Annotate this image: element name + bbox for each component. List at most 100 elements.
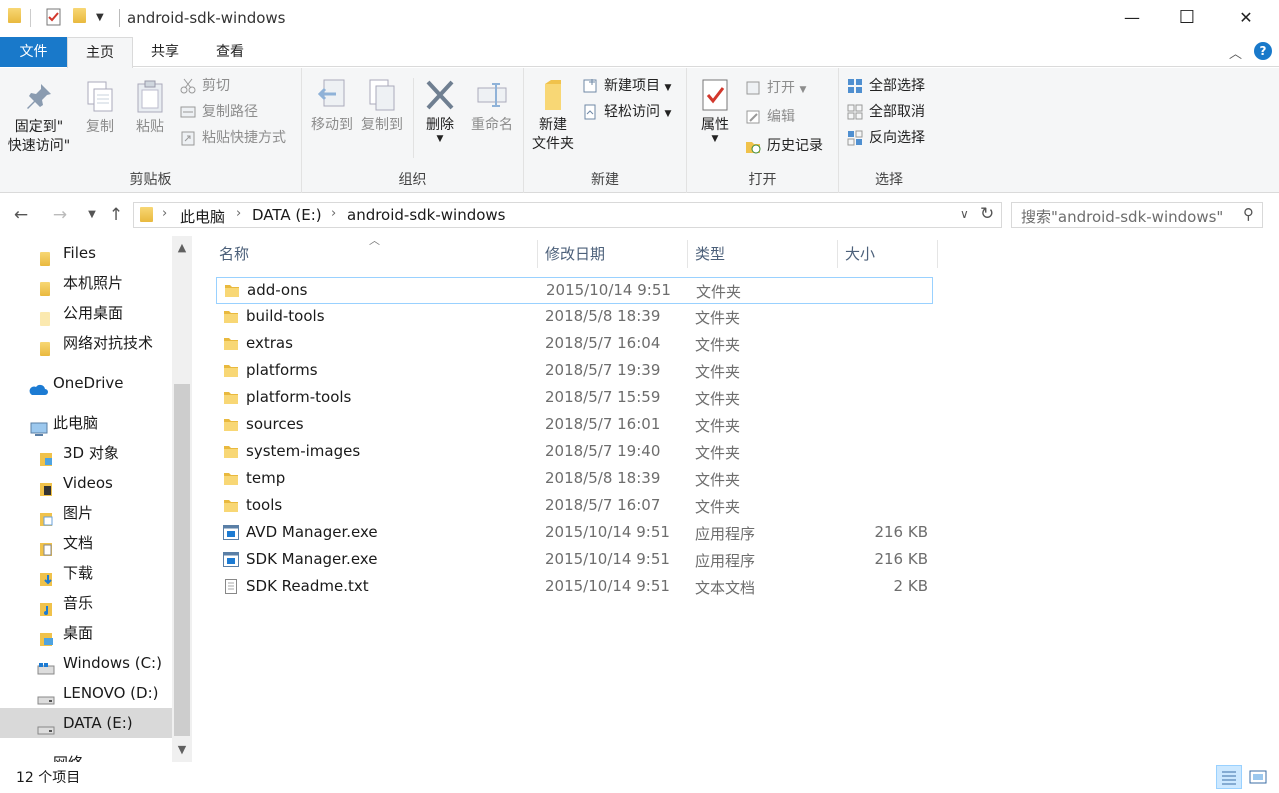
delete-button[interactable]: 删除 ▼ bbox=[419, 78, 461, 144]
paste-shortcut-button[interactable]: 粘贴快捷方式 bbox=[180, 127, 286, 149]
up-arrow-icon[interactable]: ↑ bbox=[104, 203, 128, 227]
details-view-icon bbox=[1222, 771, 1236, 785]
nav-item-public-desktop[interactable]: 公用桌面 bbox=[0, 298, 172, 328]
table-row[interactable]: extras 2018/5/7 16:04 文件夹 bbox=[216, 331, 933, 358]
nav-item-network-attack[interactable]: 网络对抗技术 bbox=[0, 328, 172, 358]
divider bbox=[413, 78, 414, 158]
open-button[interactable]: 打开 ▼ bbox=[745, 77, 806, 99]
minimize-button[interactable]: — bbox=[1103, 0, 1161, 36]
move-to-icon bbox=[316, 78, 348, 112]
breadcrumb-this-pc[interactable]: 此电脑 bbox=[180, 206, 225, 227]
copy-path-button[interactable]: 复制路径 bbox=[180, 101, 258, 123]
column-header-type[interactable]: 类型 bbox=[687, 236, 837, 272]
copy-to-button[interactable]: 复制到 bbox=[358, 78, 406, 135]
tab-file[interactable]: 文件 bbox=[0, 37, 67, 67]
nav-item-downloads[interactable]: 下载 bbox=[0, 558, 172, 588]
navigation-pane: Files 本机照片 公用桌面 网络对抗技术 OneDrive 此电脑 3D 对… bbox=[0, 236, 192, 762]
nav-item-this-pc[interactable]: 此电脑 bbox=[0, 408, 172, 438]
table-row[interactable]: platforms 2018/5/7 19:39 文件夹 bbox=[216, 358, 933, 385]
new-item-button[interactable]: 新建项目 ▼ bbox=[582, 75, 671, 97]
maximize-button[interactable]: ☐ bbox=[1158, 0, 1216, 36]
refresh-icon[interactable]: ↻ bbox=[980, 204, 994, 224]
forward-arrow-icon[interactable]: → bbox=[48, 203, 72, 227]
column-header-date[interactable]: 修改日期 bbox=[537, 236, 687, 272]
breadcrumb-separator-icon[interactable]: › bbox=[162, 206, 167, 221]
chevron-down-icon: ▼ bbox=[664, 109, 672, 119]
nav-item-network[interactable]: 网络 bbox=[0, 748, 172, 762]
details-view-button[interactable] bbox=[1216, 765, 1242, 789]
nav-item-pictures[interactable]: 图片 bbox=[0, 498, 172, 528]
nav-item-lenovo-d[interactable]: LENOVO (D:) bbox=[0, 678, 172, 708]
nav-item-label: Files bbox=[63, 244, 96, 262]
table-row[interactable]: SDK Manager.exe 2015/10/14 9:51 应用程序 216 KB bbox=[216, 547, 933, 574]
help-icon[interactable]: ? bbox=[1254, 42, 1272, 60]
breadcrumb-data-drive[interactable]: DATA (E:) bbox=[252, 206, 322, 224]
delete-x-icon bbox=[424, 78, 456, 112]
nav-pane-scrollbar[interactable]: ▲ ▼ bbox=[172, 236, 192, 762]
address-bar[interactable]: › 此电脑 › DATA (E:) › android-sdk-windows … bbox=[133, 202, 1002, 228]
table-row[interactable]: system-images 2018/5/7 19:40 文件夹 bbox=[216, 439, 933, 466]
close-button[interactable]: ✕ bbox=[1217, 0, 1275, 36]
table-row[interactable]: temp 2018/5/8 18:39 文件夹 bbox=[216, 466, 933, 493]
nav-item-onedrive[interactable]: OneDrive bbox=[0, 368, 172, 398]
tab-share[interactable]: 共享 bbox=[135, 37, 195, 67]
breadcrumb-separator-icon[interactable]: › bbox=[236, 206, 241, 221]
recent-locations-chevron-icon[interactable]: ▼ bbox=[80, 203, 104, 227]
nav-item-documents[interactable]: 文档 bbox=[0, 528, 172, 558]
table-row[interactable]: AVD Manager.exe 2015/10/14 9:51 应用程序 216 KB bbox=[216, 520, 933, 547]
move-to-button[interactable]: 移动到 bbox=[308, 78, 356, 135]
properties-button[interactable]: 属性 ▼ bbox=[693, 78, 737, 144]
nav-item-3d-objects[interactable]: 3D 对象 bbox=[0, 438, 172, 468]
copy-to-label: 复制到 bbox=[361, 117, 403, 133]
table-row[interactable]: SDK Readme.txt 2015/10/14 9:51 文本文档 2 KB bbox=[216, 574, 933, 601]
table-row[interactable]: build-tools 2018/5/8 18:39 文件夹 bbox=[216, 304, 933, 331]
back-arrow-icon[interactable]: ← bbox=[9, 203, 33, 227]
rename-button[interactable]: 重命名 bbox=[466, 78, 518, 135]
column-header-name[interactable]: 名称 bbox=[211, 236, 537, 272]
breadcrumb-separator-icon[interactable]: › bbox=[331, 206, 336, 221]
nav-item-videos[interactable]: Videos bbox=[0, 468, 172, 498]
table-row[interactable]: add-ons 2015/10/14 9:51 文件夹 bbox=[216, 277, 933, 304]
select-all-button[interactable]: 全部选择 bbox=[847, 75, 925, 97]
scrollbar-thumb[interactable] bbox=[174, 384, 190, 736]
customize-quick-access-icon[interactable]: ▼ bbox=[96, 12, 114, 32]
table-row[interactable]: sources 2018/5/7 16:01 文件夹 bbox=[216, 412, 933, 439]
column-divider[interactable] bbox=[937, 240, 938, 268]
search-input[interactable]: 搜索"android-sdk-windows" ⚲ bbox=[1011, 202, 1263, 228]
properties-quick-access-icon[interactable] bbox=[46, 8, 64, 28]
nav-item-local-photos[interactable]: 本机照片 bbox=[0, 268, 172, 298]
cut-button[interactable]: 剪切 bbox=[180, 75, 230, 97]
nav-item-windows-c[interactable]: Windows (C:) bbox=[0, 648, 172, 678]
folder-icon bbox=[223, 471, 239, 486]
tab-view[interactable]: 查看 bbox=[198, 37, 262, 67]
collapse-ribbon-icon[interactable]: ︿ bbox=[1229, 43, 1242, 62]
pin-quick-access-button[interactable]: 固定到" 快速访问" bbox=[4, 80, 74, 156]
new-folder-label-line1: 新建 bbox=[539, 117, 567, 133]
chevron-down-icon[interactable]: ∨ bbox=[960, 207, 969, 221]
scroll-down-icon[interactable]: ▼ bbox=[172, 740, 192, 760]
column-header-size[interactable]: 大小 bbox=[837, 236, 937, 272]
tab-home[interactable]: 主页 bbox=[67, 37, 133, 68]
new-folder-quick-access-icon[interactable] bbox=[73, 8, 91, 28]
breadcrumb-current-folder[interactable]: android-sdk-windows bbox=[347, 206, 506, 224]
search-icon[interactable]: ⚲ bbox=[1243, 205, 1254, 223]
nav-item-desktop[interactable]: 桌面 bbox=[0, 618, 172, 648]
select-group-label: 选择 bbox=[875, 172, 903, 188]
table-row[interactable]: platform-tools 2018/5/7 15:59 文件夹 bbox=[216, 385, 933, 412]
copy-button[interactable]: 复制 bbox=[80, 80, 120, 137]
easy-access-button[interactable]: 轻松访问 ▼ bbox=[582, 101, 671, 123]
select-none-button[interactable]: 全部取消 bbox=[847, 101, 925, 123]
edit-button[interactable]: 编辑 bbox=[745, 106, 795, 128]
nav-item-music[interactable]: 音乐 bbox=[0, 588, 172, 618]
invert-selection-button[interactable]: 反向选择 bbox=[847, 127, 925, 149]
paste-button[interactable]: 粘贴 bbox=[130, 80, 170, 137]
table-row[interactable]: tools 2018/5/7 16:07 文件夹 bbox=[216, 493, 933, 520]
folder-icon bbox=[223, 444, 239, 459]
large-icons-view-button[interactable] bbox=[1245, 765, 1271, 789]
nav-item-data-e[interactable]: DATA (E:) bbox=[0, 708, 172, 738]
nav-item-files[interactable]: Files bbox=[0, 238, 172, 268]
new-folder-button[interactable]: 新建 文件夹 bbox=[528, 78, 578, 154]
history-button[interactable]: 历史记录 bbox=[745, 135, 823, 157]
scissors-icon bbox=[180, 78, 196, 94]
scroll-up-icon[interactable]: ▲ bbox=[172, 238, 192, 258]
